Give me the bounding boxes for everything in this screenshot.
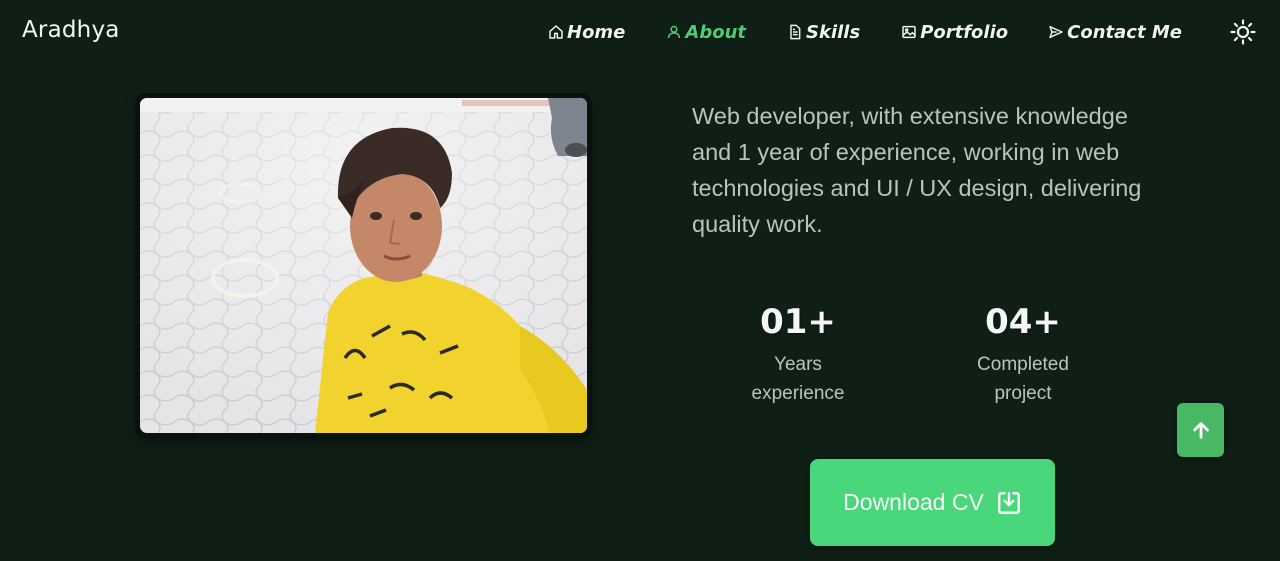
nav-portfolio[interactable]: Portfolio bbox=[901, 22, 1008, 43]
nav-contact[interactable]: Contact Me bbox=[1048, 22, 1182, 43]
main-nav: Home About Skills Portfolio Contact Me bbox=[548, 19, 1182, 45]
stat-label-line: experience bbox=[751, 383, 845, 404]
send-icon bbox=[1049, 25, 1063, 39]
stat-label-line: project bbox=[994, 383, 1052, 404]
profile-photo bbox=[140, 98, 587, 433]
sun-icon bbox=[1230, 19, 1256, 45]
nav-portfolio-label: Portfolio bbox=[920, 21, 1009, 43]
stat-label: Completed project bbox=[953, 350, 1093, 408]
profile-photo-frame bbox=[137, 95, 590, 436]
logo[interactable]: Aradhya bbox=[22, 17, 120, 43]
download-cv-button[interactable]: Download CV bbox=[810, 459, 1055, 546]
nav-skills-label: Skills bbox=[806, 21, 861, 43]
stat-label-line: Completed bbox=[977, 354, 1069, 375]
document-icon bbox=[790, 24, 801, 40]
stat-value: 01+ bbox=[760, 302, 836, 342]
nav-about-label: About bbox=[685, 21, 747, 43]
download-cv-label: Download CV bbox=[843, 489, 984, 515]
stat-years-experience: 01+ Years experience bbox=[728, 302, 868, 408]
stat-label-line: Years bbox=[774, 354, 822, 375]
image-icon bbox=[902, 25, 916, 39]
stat-completed-projects: 04+ Completed project bbox=[953, 302, 1093, 408]
arrow-up-icon bbox=[1192, 422, 1209, 439]
download-icon bbox=[997, 491, 1020, 514]
scroll-up-button[interactable] bbox=[1177, 403, 1224, 457]
home-icon bbox=[549, 25, 563, 39]
bio-text: Web developer, with extensive knowledge … bbox=[692, 103, 1142, 237]
theme-toggle[interactable] bbox=[1230, 19, 1256, 45]
stat-label: Years experience bbox=[728, 350, 868, 408]
nav-skills[interactable]: Skills bbox=[787, 22, 860, 43]
stat-value: 04+ bbox=[985, 302, 1061, 342]
user-icon bbox=[668, 25, 681, 39]
nav-about[interactable]: About bbox=[666, 22, 746, 43]
nav-contact-label: Contact Me bbox=[1067, 21, 1182, 43]
nav-home-label: Home bbox=[567, 21, 626, 43]
nav-home[interactable]: Home bbox=[548, 22, 625, 43]
header: Aradhya Home About Skills Portfolio Cont… bbox=[0, 0, 1280, 64]
